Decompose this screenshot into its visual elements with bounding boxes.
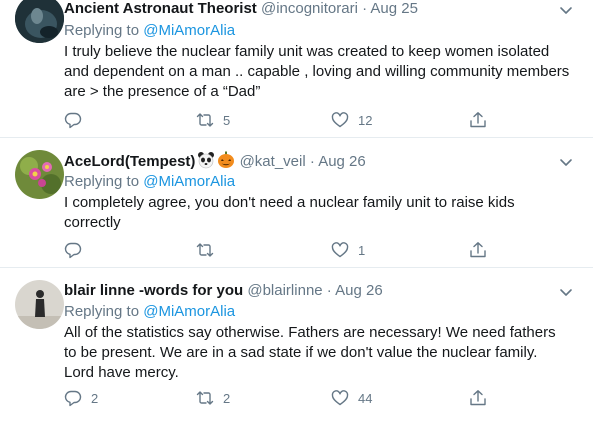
retweet-icon	[196, 391, 214, 405]
avatar[interactable]	[15, 150, 64, 199]
avatar-image-flowers	[15, 150, 64, 199]
reply-icon	[64, 390, 82, 407]
tweet-date[interactable]: Aug 26	[318, 153, 366, 170]
avatar[interactable]	[15, 280, 64, 329]
like-button[interactable]: 12	[331, 110, 372, 130]
chevron-down-icon[interactable]	[557, 283, 575, 301]
tweet-header: blair linne -words for you @blairlinne ·…	[64, 281, 383, 301]
reply-button[interactable]	[64, 110, 91, 130]
reply-button[interactable]	[64, 240, 91, 260]
retweet-icon	[196, 243, 214, 257]
avatar[interactable]	[15, 0, 64, 43]
separator-dot: ·	[362, 0, 368, 17]
avatar-image-silhouette	[15, 280, 64, 329]
tweet-date[interactable]: Aug 26	[335, 282, 383, 299]
share-button[interactable]	[469, 388, 487, 408]
chevron-down-icon[interactable]	[557, 153, 575, 171]
tweet-date[interactable]: Aug 25	[370, 0, 418, 17]
retweet-button[interactable]: 5	[196, 110, 230, 130]
share-icon	[470, 112, 486, 128]
share-button[interactable]	[469, 240, 487, 260]
tweet-text: All of the statistics say otherwise. Fat…	[64, 324, 556, 381]
tweet-actions: 5 12	[64, 110, 494, 130]
heart-icon	[331, 242, 349, 258]
retweet-button[interactable]: 2	[196, 388, 230, 408]
replying-to-label: Replying to	[64, 173, 140, 190]
replying-to-line: Replying to @MiAmorAlia	[64, 302, 235, 322]
retweet-count: 2	[223, 390, 231, 406]
like-count: 12	[358, 112, 373, 128]
like-button[interactable]: 1	[331, 240, 365, 260]
separator-dot: ·	[309, 153, 315, 170]
tweet-actions: 2 2 44	[64, 388, 494, 408]
replying-to-handle[interactable]: @MiAmorAlia	[143, 22, 235, 39]
reply-button[interactable]: 2	[64, 388, 98, 408]
retweet-count: 5	[223, 112, 231, 128]
share-icon	[470, 390, 486, 406]
display-name[interactable]: Ancient Astronaut Theorist	[64, 0, 257, 17]
user-handle[interactable]: @incognitorari	[261, 0, 358, 17]
user-handle[interactable]: @kat_veil	[240, 153, 306, 170]
reply-icon	[64, 242, 82, 259]
display-name[interactable]: AceLord(Tempest)	[64, 153, 195, 170]
retweet-button[interactable]	[196, 240, 223, 260]
replying-to-label: Replying to	[64, 22, 140, 39]
chevron-down-icon[interactable]	[557, 1, 575, 19]
retweet-icon	[196, 113, 214, 127]
share-icon	[470, 242, 486, 258]
share-button[interactable]	[469, 110, 487, 130]
user-handle[interactable]: @blairlinne	[247, 282, 322, 299]
avatar-image-dark	[15, 0, 64, 43]
tweet[interactable]: blair linne -words for you @blairlinne ·…	[0, 268, 593, 422]
replying-to-handle[interactable]: @MiAmorAlia	[143, 303, 235, 320]
replying-to-label: Replying to	[64, 303, 140, 320]
tweet[interactable]: Ancient Astronaut Theorist @incognitorar…	[0, 0, 593, 138]
tweet-text: I truly believe the nuclear family unit …	[64, 43, 570, 100]
replying-to-handle[interactable]: @MiAmorAlia	[143, 173, 235, 190]
replying-to-line: Replying to @MiAmorAlia	[64, 172, 235, 192]
like-count: 44	[358, 390, 373, 406]
separator-dot: ·	[326, 282, 332, 299]
reply-icon	[64, 112, 82, 129]
tweet-actions: 1	[64, 240, 494, 260]
heart-icon	[331, 390, 349, 406]
tweet[interactable]: AceLord(Tempest) @kat_veil · Aug 26 Repl…	[0, 138, 593, 268]
tweet-header: AceLord(Tempest) @kat_veil · Aug 26	[64, 151, 366, 172]
jack-o-lantern-emoji-icon	[218, 151, 235, 168]
reply-count: 2	[91, 390, 99, 406]
replying-to-line: Replying to @MiAmorAlia	[64, 21, 235, 41]
like-count: 1	[358, 242, 366, 258]
panda-emoji-icon	[198, 152, 215, 169]
tweet-text: I completely agree, you don't need a nuc…	[64, 194, 515, 231]
display-name[interactable]: blair linne -words for you	[64, 282, 243, 299]
like-button[interactable]: 44	[331, 388, 372, 408]
tweet-header: Ancient Astronaut Theorist @incognitorar…	[64, 0, 418, 19]
heart-icon	[331, 112, 349, 128]
